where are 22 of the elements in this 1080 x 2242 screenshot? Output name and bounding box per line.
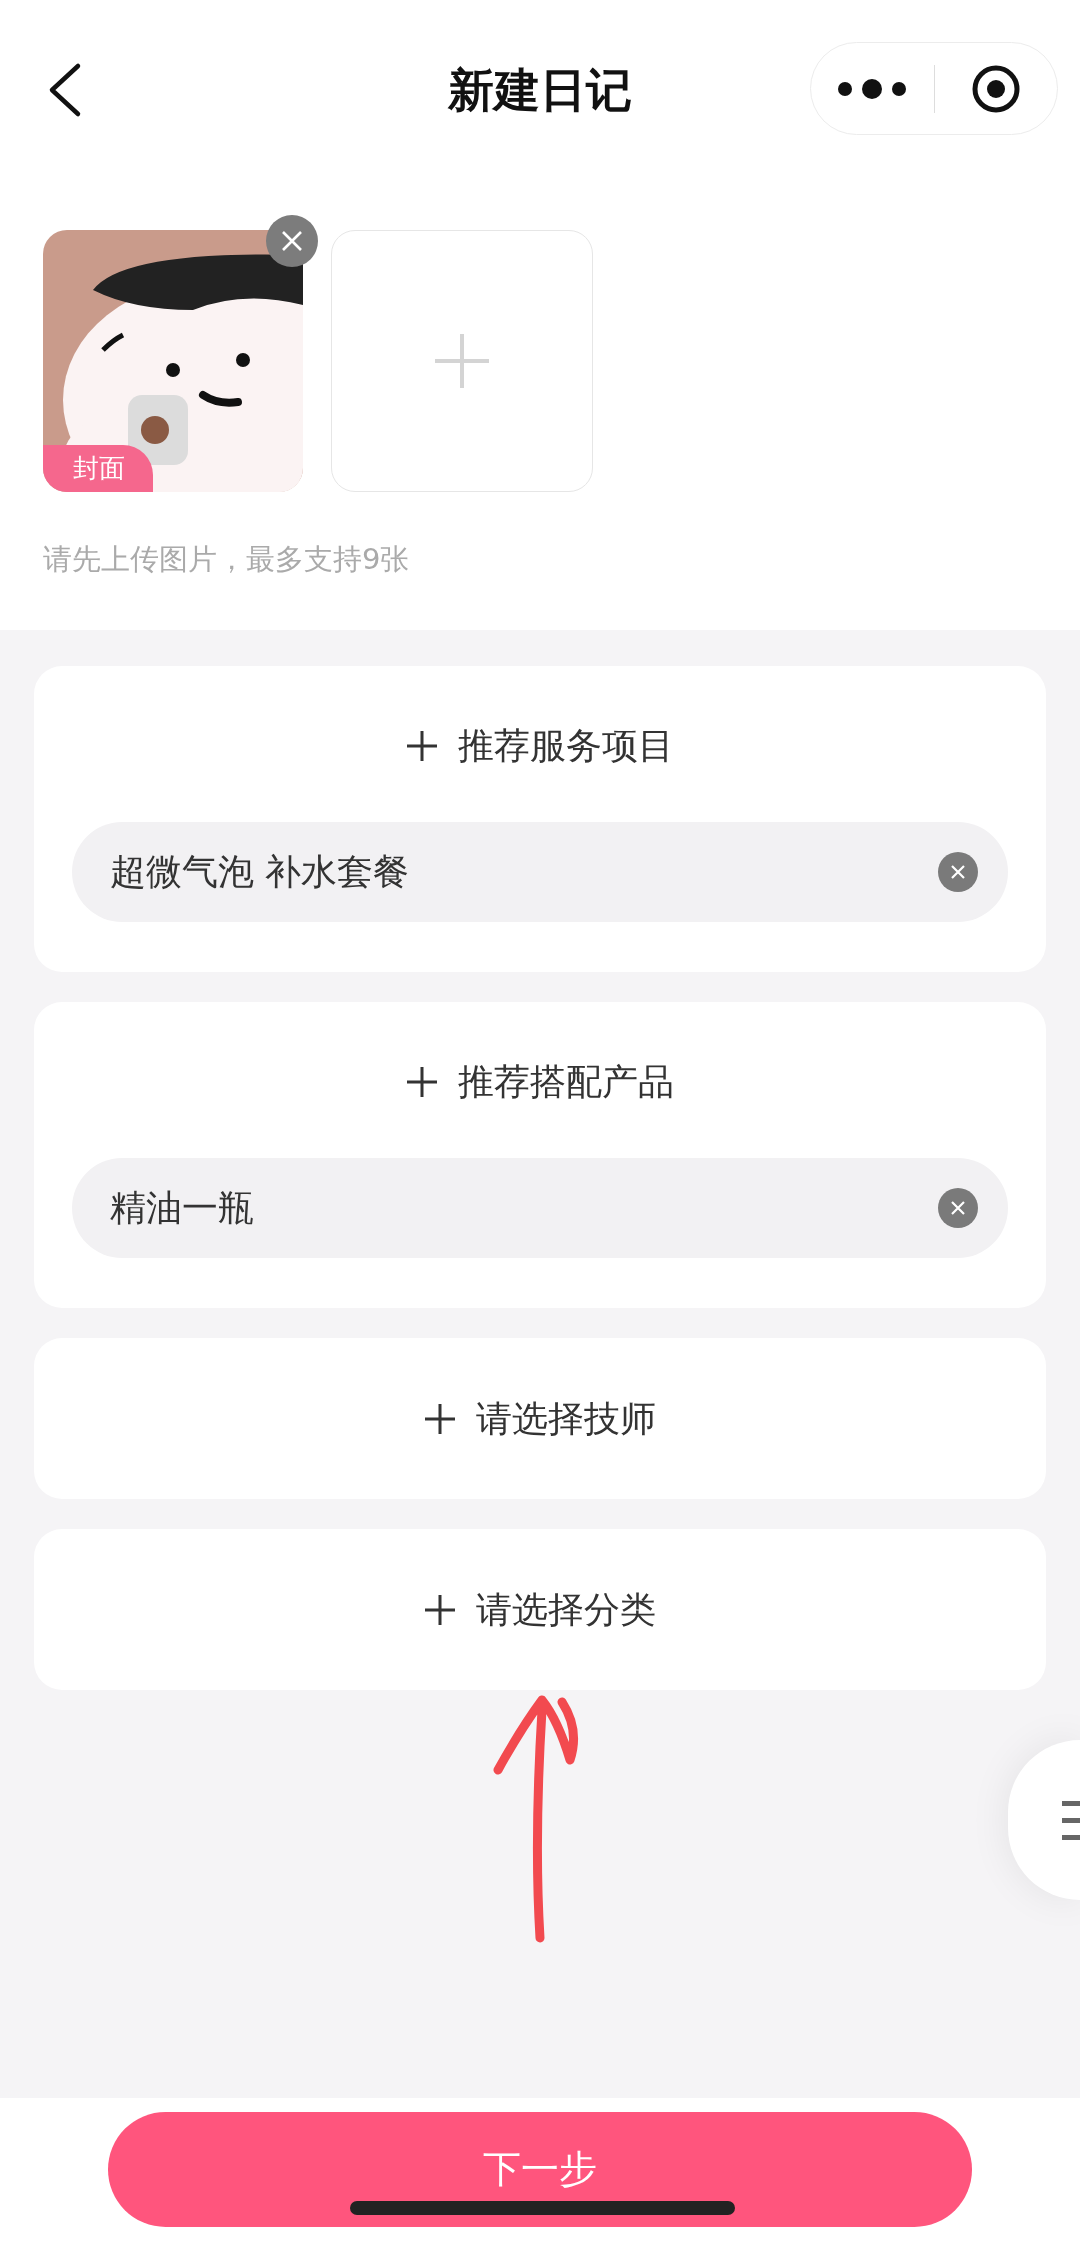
plus-icon	[435, 334, 489, 388]
plus-icon	[406, 730, 438, 762]
close-icon	[950, 864, 966, 880]
add-option-button[interactable]: 推荐服务项目	[72, 723, 1008, 769]
plus-icon	[406, 1066, 438, 1098]
remove-button[interactable]	[266, 215, 318, 267]
add-option-button[interactable]: 推荐搭配产品	[72, 1059, 1008, 1105]
close-icon	[281, 230, 303, 252]
add-option-button[interactable]: 请选择技师	[424, 1395, 656, 1442]
page-title: 新建日记	[448, 61, 632, 119]
upload-hint: 请先上传图片，最多支持9张	[43, 541, 410, 578]
clear-button[interactable]	[938, 1188, 978, 1228]
plus-icon	[424, 1402, 456, 1435]
more-icon	[837, 77, 908, 100]
cover-tag: 封面	[43, 445, 153, 492]
chip-text: 超微气泡 补水套餐	[110, 850, 410, 894]
menu-icon	[1062, 1800, 1080, 1840]
plus-icon	[424, 1593, 456, 1626]
add-option-button[interactable]: 请选择分类	[424, 1586, 656, 1633]
chip-text: 精油一瓶	[110, 1186, 254, 1230]
close-icon	[950, 1200, 966, 1216]
clear-button[interactable]	[938, 852, 978, 892]
